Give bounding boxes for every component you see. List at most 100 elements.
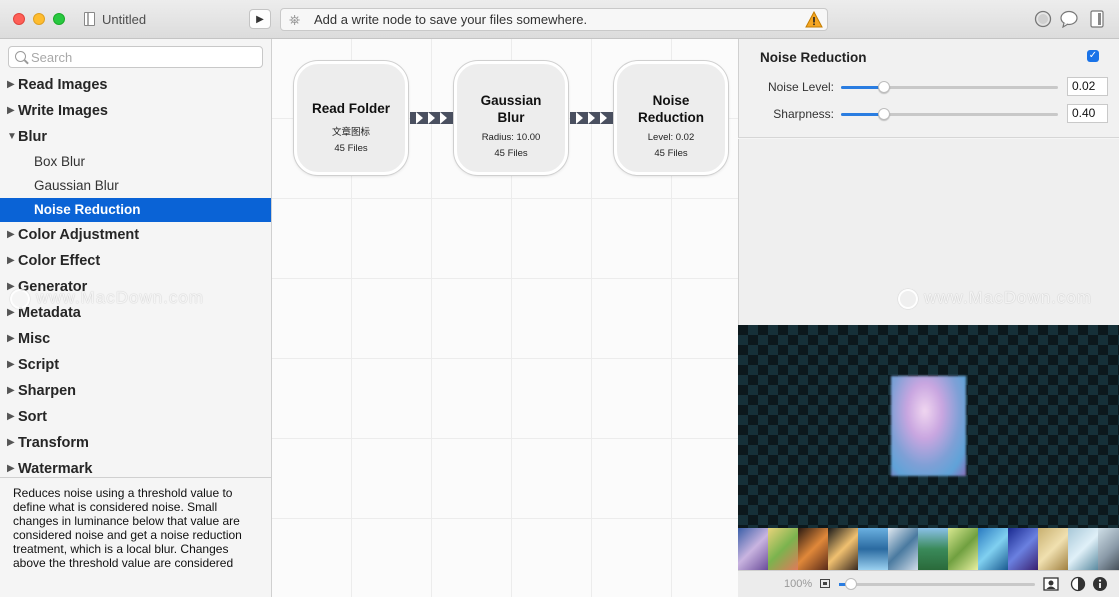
tree-item-label: Blur (18, 129, 47, 145)
tree-item-box-blur[interactable]: Box Blur (0, 150, 271, 174)
arrow-icon (416, 112, 423, 124)
tree-item-sharpen[interactable]: ▶ Sharpen (0, 378, 271, 404)
thumbnail[interactable] (828, 528, 858, 570)
portrait-icon[interactable] (1043, 576, 1059, 592)
play-icon: ▶ (256, 13, 264, 25)
disclosure-right-icon[interactable]: ▶ (7, 326, 15, 352)
minimize-button[interactable] (33, 13, 45, 25)
enabled-checkbox[interactable]: ✓ (1087, 50, 1099, 62)
sharpness-slider[interactable] (841, 108, 1058, 120)
tree-item-color-adjustment[interactable]: ▶ Color Adjustment (0, 222, 271, 248)
tree-item-color-effect[interactable]: ▶ Color Effect (0, 248, 271, 274)
sharpness-label: Sharpness: (773, 107, 834, 121)
inspector-panel: Noise Reduction ✓ Noise Level: 0.02 Shar… (738, 39, 1119, 138)
tree-item-label: Sharpen (18, 383, 77, 399)
thumbnail[interactable] (1098, 528, 1119, 570)
disclosure-right-icon[interactable]: ▶ (7, 98, 15, 124)
tree-item-watermark[interactable]: ▶ Watermark (0, 456, 271, 476)
warning-icon[interactable] (805, 11, 823, 28)
filmstrip[interactable] (738, 528, 1119, 570)
arrow-icon (440, 112, 447, 124)
tree-item-label: Misc (18, 331, 51, 347)
disclosure-down-icon[interactable]: ▼ (7, 124, 17, 150)
tree-item-label: Generator (18, 279, 88, 295)
tree-item-metadata[interactable]: ▶ Metadata (0, 300, 271, 326)
tree-item-blur[interactable]: ▼ Blur (0, 124, 271, 150)
comment-icon[interactable] (1060, 10, 1078, 28)
node-canvas[interactable]: Read Folder 文章图标 45 Files Gaussian Blur … (272, 39, 738, 597)
node-detail: Level: 0.02 (647, 132, 695, 143)
thumbnail[interactable] (798, 528, 828, 570)
search-input[interactable] (31, 49, 256, 65)
tree-item-label: Color Effect (18, 253, 101, 269)
disclosure-right-icon[interactable]: ▶ (7, 274, 15, 300)
sidebar: ▶Read Images ▶Write Images ▼Blur Box Blu… (0, 39, 272, 597)
title-bar: Untitled ▶ ⛯ Add a write node to save yo… (0, 0, 1119, 39)
disclosure-right-icon[interactable]: ▶ (7, 300, 15, 326)
noise-level-value[interactable]: 0.02 (1067, 77, 1108, 96)
slider-knob[interactable] (845, 578, 857, 590)
tree-item-label: Watermark (18, 461, 93, 476)
search-field[interactable] (8, 46, 263, 68)
thumbnail[interactable] (1068, 528, 1098, 570)
thumbnail[interactable] (948, 528, 978, 570)
play-button[interactable]: ▶ (249, 9, 271, 29)
node-read-folder[interactable]: Read Folder 文章图标 45 Files (294, 61, 408, 175)
preview-toolbar: 100% (738, 570, 1119, 597)
thumbnail[interactable] (1008, 528, 1038, 570)
tree-item-read-images[interactable]: ▶ Read Images (0, 72, 271, 98)
thumbnail[interactable] (978, 528, 1008, 570)
zoom-button[interactable] (53, 13, 65, 25)
window-title: Untitled (102, 12, 147, 27)
status-message: Add a write node to save your files some… (314, 12, 588, 27)
thumbnail[interactable] (918, 528, 948, 570)
fit-icon[interactable] (820, 579, 830, 588)
disclosure-right-icon[interactable]: ▶ (7, 352, 15, 378)
slider-knob[interactable] (878, 108, 890, 120)
disclosure-right-icon[interactable]: ▶ (7, 404, 15, 430)
tree-item-script[interactable]: ▶ Script (0, 352, 271, 378)
disclosure-right-icon[interactable]: ▶ (7, 378, 15, 404)
thumbnail[interactable] (738, 528, 768, 570)
disclosure-right-icon[interactable]: ▶ (7, 248, 15, 274)
status-bar: ⛯ Add a write node to save your files so… (280, 8, 828, 31)
zoom-slider[interactable] (839, 578, 1035, 590)
thumbnail[interactable] (768, 528, 798, 570)
arrow-icon (576, 112, 583, 124)
arrow-icon (588, 112, 595, 124)
satellite-icon: ⛯ (289, 12, 301, 28)
inspector-toggle-icon[interactable] (1088, 10, 1106, 28)
sharpness-value[interactable]: 0.40 (1067, 104, 1108, 123)
thumbnail[interactable] (1038, 528, 1068, 570)
tree-item-misc[interactable]: ▶ Misc (0, 326, 271, 352)
tree-item-sort[interactable]: ▶ Sort (0, 404, 271, 430)
node-noise-reduction[interactable]: Noise Reduction Level: 0.02 45 Files (614, 61, 728, 175)
disclosure-right-icon[interactable]: ▶ (7, 430, 15, 456)
inspector-title: Noise Reduction (760, 50, 867, 65)
image-preview[interactable] (738, 325, 1119, 528)
slider-knob[interactable] (878, 81, 890, 93)
noise-level-slider[interactable] (841, 81, 1058, 93)
node-connection[interactable] (570, 112, 614, 124)
thumbnail[interactable] (858, 528, 888, 570)
tree-item-write-images[interactable]: ▶ Write Images (0, 98, 271, 124)
disclosure-right-icon[interactable]: ▶ (7, 222, 15, 248)
disclosure-right-icon[interactable]: ▶ (7, 456, 15, 476)
tree-item-gaussian-blur[interactable]: Gaussian Blur (0, 174, 271, 198)
contrast-icon[interactable] (1070, 576, 1086, 592)
close-button[interactable] (13, 13, 25, 25)
node-connection[interactable] (410, 112, 454, 124)
app-window: Untitled ▶ ⛯ Add a write node to save yo… (0, 0, 1119, 597)
tree-item-generator[interactable]: ▶ Generator (0, 274, 271, 300)
tree-item-label: Metadata (18, 305, 81, 321)
search-icon (15, 51, 26, 62)
tree-item-label: Script (18, 357, 60, 373)
node-gaussian-blur[interactable]: Gaussian Blur Radius: 10.00 45 Files (454, 61, 568, 175)
record-icon[interactable] (1034, 10, 1052, 28)
inspector-empty-area (738, 139, 1119, 325)
tree-item-transform[interactable]: ▶ Transform (0, 430, 271, 456)
info-icon[interactable] (1092, 576, 1108, 592)
tree-item-noise-reduction[interactable]: Noise Reduction (0, 198, 271, 222)
disclosure-right-icon[interactable]: ▶ (7, 72, 15, 98)
thumbnail[interactable] (888, 528, 918, 570)
